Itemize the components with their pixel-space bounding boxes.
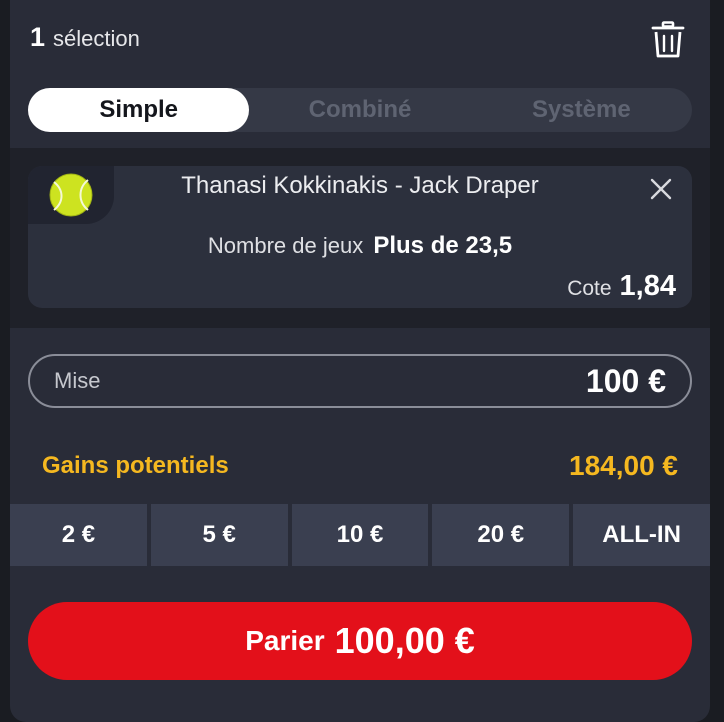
potential-gains-label: Gains potentiels bbox=[42, 452, 229, 479]
quick-stake-buttons: 2 € 5 € 10 € 20 € ALL-IN bbox=[10, 504, 710, 566]
match-title: Thanasi Kokkinakis - Jack Draper bbox=[181, 172, 539, 199]
close-icon bbox=[650, 178, 672, 200]
market-pick: Plus de 23,5 bbox=[373, 232, 513, 259]
stake-input[interactable]: Mise 100 € bbox=[28, 354, 692, 408]
tab-combine[interactable]: Combiné bbox=[249, 88, 470, 132]
selection-count: 1 bbox=[30, 22, 46, 52]
selection-label: sélection bbox=[53, 26, 140, 51]
stake-label: Mise bbox=[54, 368, 101, 393]
potential-gains-value: 184,00 € bbox=[569, 450, 678, 481]
betslip-panel: 1 sélection Simple Combiné Système Thana… bbox=[10, 0, 710, 722]
selection-area: Thanasi Kokkinakis - Jack Draper Nombre … bbox=[10, 148, 710, 328]
remove-selection-button[interactable] bbox=[644, 172, 678, 206]
clear-betslip-button[interactable] bbox=[648, 18, 688, 62]
quick-stake-20-button[interactable]: 20 € bbox=[432, 504, 570, 566]
quick-stake-10-button[interactable]: 10 € bbox=[291, 504, 429, 566]
selection-card: Thanasi Kokkinakis - Jack Draper Nombre … bbox=[28, 166, 692, 308]
quick-stake-all-in-button[interactable]: ALL-IN bbox=[573, 504, 710, 566]
bet-type-tabs: Simple Combiné Système bbox=[28, 88, 692, 132]
tab-systeme[interactable]: Système bbox=[471, 88, 692, 132]
betslip-header: 1 sélection bbox=[30, 22, 140, 62]
tab-simple[interactable]: Simple bbox=[28, 88, 250, 132]
potential-gains: Gains potentiels 184,00 € bbox=[42, 448, 678, 484]
trash-icon bbox=[651, 21, 685, 58]
quick-stake-2-button[interactable]: 2 € bbox=[10, 504, 147, 566]
quick-stake-5-button[interactable]: 5 € bbox=[150, 504, 288, 566]
odds: Cote 1,84 bbox=[567, 270, 676, 303]
odds-value: 1,84 bbox=[619, 270, 676, 302]
place-bet-button[interactable]: Parier 100,00 € bbox=[28, 602, 692, 680]
place-bet-label: Parier bbox=[245, 625, 325, 656]
place-bet-amount: 100,00 € bbox=[334, 620, 475, 661]
market-line: Nombre de jeux Plus de 23,5 bbox=[28, 232, 692, 260]
odds-label: Cote bbox=[567, 277, 612, 300]
market-name: Nombre de jeux bbox=[207, 233, 364, 258]
stake-value: 100 € bbox=[585, 362, 666, 399]
